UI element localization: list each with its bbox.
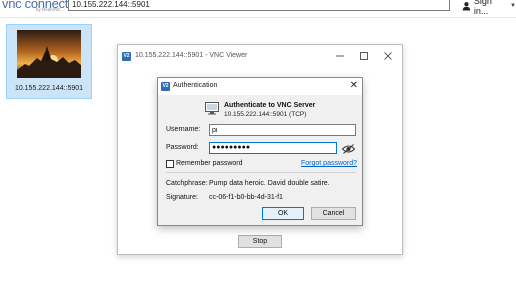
catchphrase-value: Pump data heroic. David double satire.	[209, 180, 330, 187]
auth-titlebar: V2 Authentication ✕	[158, 78, 362, 95]
viewer-title: 10.155.222.144::5901 - VNC Viewer	[135, 52, 248, 59]
user-icon	[462, 2, 471, 11]
divider	[166, 172, 356, 173]
minimize-icon[interactable]	[332, 49, 348, 63]
chevron-down-icon: ▼	[510, 3, 516, 9]
connection-tile[interactable]: 10.155.222.144::5901	[6, 24, 92, 99]
close-icon[interactable]: ✕	[350, 80, 358, 91]
monitor-icon	[205, 102, 219, 115]
connection-thumbnail	[17, 30, 81, 78]
catchphrase-label: Catchphrase:	[166, 180, 208, 187]
stop-button[interactable]: Stop	[238, 235, 282, 248]
server-address: 10.155.222.144::5901 (TCP)	[224, 111, 307, 118]
cancel-button[interactable]: Cancel	[311, 207, 356, 220]
auth-heading: Authenticate to VNC Server	[224, 102, 316, 109]
remember-password-checkbox[interactable]	[166, 160, 174, 168]
top-bar-divider	[0, 17, 516, 18]
top-bar: vnc connect by RealVNC Sign in... ▼	[0, 0, 516, 18]
sign-in-button[interactable]: Sign in... ▼	[462, 0, 516, 16]
authentication-dialog: V2 Authentication ✕ Authenticate to VNC …	[157, 77, 363, 226]
logo-subtext: by RealVNC	[36, 7, 61, 12]
auth-title: Authentication	[173, 82, 218, 89]
viewer-titlebar: V2 10.155.222.144::5901 - VNC Viewer	[118, 45, 402, 67]
connection-label: 10.155.222.144::5901	[14, 85, 84, 92]
close-icon[interactable]	[380, 49, 396, 63]
username-field[interactable]	[209, 124, 356, 136]
signature-value: cc-06-f1-b0-bb-4d-31-f1	[209, 194, 283, 201]
forgot-password-link[interactable]: Forgot password?	[301, 160, 357, 167]
vnc-app-icon: V2	[161, 82, 170, 91]
maximize-icon[interactable]	[356, 49, 372, 63]
signature-label: Signature:	[166, 194, 198, 201]
remember-password-label: Remember password	[176, 160, 243, 167]
ok-button[interactable]: OK	[262, 207, 304, 220]
vnc-app-icon: V2	[122, 52, 131, 61]
password-label: Password:	[166, 144, 199, 151]
password-field[interactable]: ●●●●●●●●●	[209, 142, 337, 154]
username-label: Username:	[166, 126, 201, 133]
sign-in-label: Sign in...	[473, 0, 492, 16]
eye-slash-icon[interactable]	[342, 144, 355, 154]
address-bar-input[interactable]	[68, 0, 450, 11]
vnc-connect-logo: vnc connect by RealVNC	[2, 0, 68, 14]
